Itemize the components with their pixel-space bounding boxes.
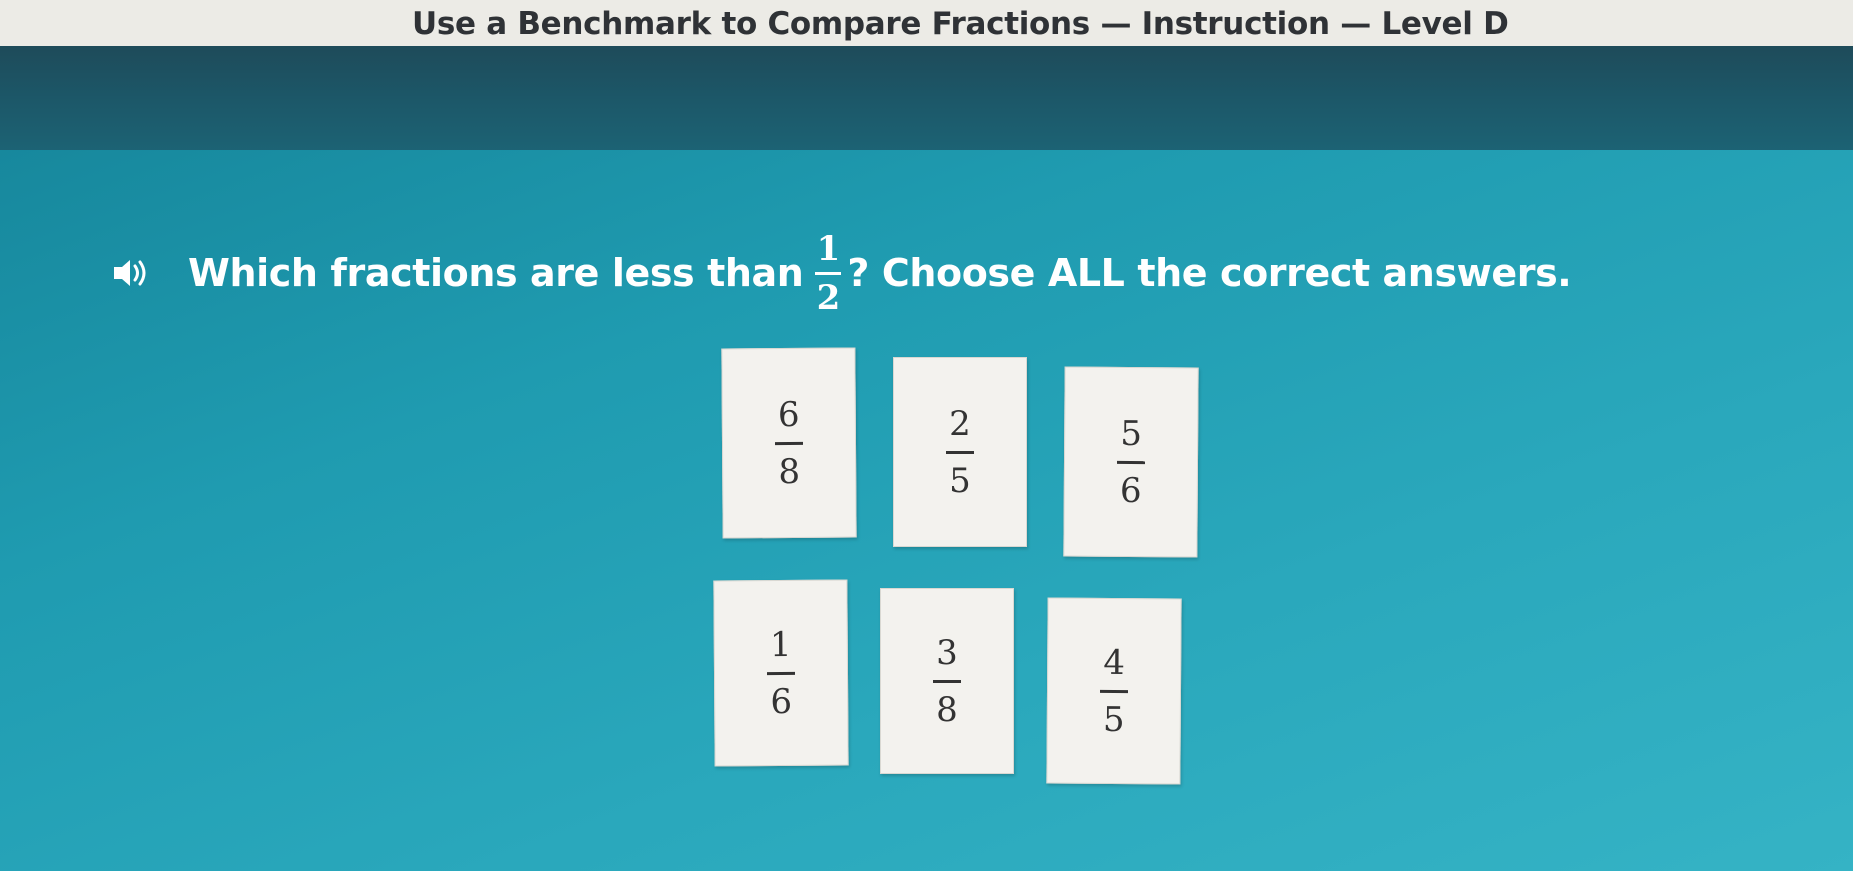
benchmark-denominator: 2 (816, 277, 841, 318)
question-text-before: Which fractions are less than (188, 251, 804, 295)
answer-choice[interactable]: 6 8 (721, 347, 857, 539)
choice-denominator: 8 (936, 689, 958, 730)
answer-choice[interactable]: 4 5 (1046, 597, 1182, 785)
question-prompt: Which fractions are less than 1 2 ? Choo… (110, 208, 1572, 338)
choice-denominator: 5 (949, 460, 971, 501)
lesson-title: Use a Benchmark to Compare Fractions — I… (412, 6, 1509, 42)
choice-denominator: 8 (778, 451, 801, 492)
choice-denominator: 5 (1102, 699, 1125, 740)
answer-choice[interactable]: 5 6 (1063, 366, 1199, 558)
answer-choice[interactable]: 1 6 (713, 579, 849, 767)
fraction-bar (774, 441, 804, 445)
fraction-bar (946, 450, 974, 454)
answer-choice[interactable]: 3 8 (880, 588, 1014, 774)
benchmark-numerator: 1 (816, 228, 841, 269)
fraction-bar (766, 671, 796, 675)
choice-numerator: 5 (1120, 413, 1143, 454)
title-bar: Use a Benchmark to Compare Fractions — I… (0, 0, 1853, 47)
fraction-bar (1099, 689, 1129, 693)
choice-numerator: 2 (949, 403, 971, 444)
speaker-icon[interactable] (110, 253, 150, 293)
choice-denominator: 6 (770, 681, 793, 722)
choice-numerator: 6 (777, 394, 800, 435)
answer-choice[interactable]: 2 5 (893, 357, 1027, 547)
benchmark-fraction: 1 2 (815, 228, 842, 318)
question-text-after: ? Choose ALL the correct answers. (847, 251, 1572, 295)
choice-numerator: 1 (769, 624, 792, 665)
fraction-bar (815, 271, 842, 275)
fraction-bar (1116, 460, 1146, 464)
choice-numerator: 3 (936, 632, 958, 673)
choice-denominator: 6 (1119, 470, 1142, 511)
choice-numerator: 4 (1103, 642, 1126, 683)
fraction-bar (933, 679, 961, 683)
